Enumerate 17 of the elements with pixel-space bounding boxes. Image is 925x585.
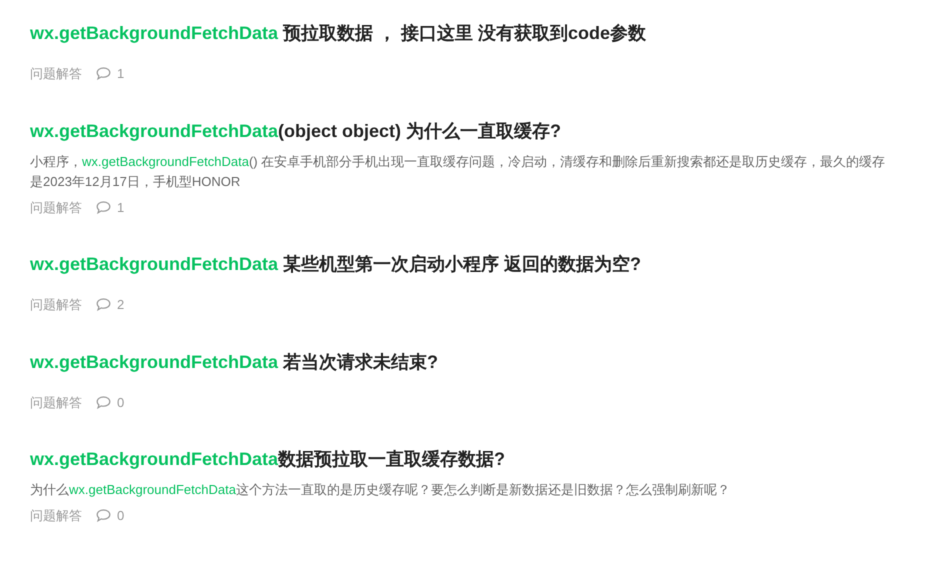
comment-icon	[96, 509, 111, 522]
comment-count: 1	[117, 198, 124, 216]
post-excerpt: 小程序，wx.getBackgroundFetchData() 在安卓手机部分手机出现一直取缓存问题，冷启动，清缓存和删除后重新搜索都还是取历史缓存，最久的缓存是2023年12月17日，手机型HONOR	[30, 152, 886, 190]
post-title[interactable]: wx.getBackgroundFetchData数据预拉取一直取缓存数据?	[30, 446, 895, 472]
post-title[interactable]: wx.getBackgroundFetchData(object object) 为什么一直取缓存?	[30, 118, 895, 144]
post-title[interactable]: wx.getBackgroundFetchData 某些机型第一次启动小程序 返回的数据为空?	[30, 251, 895, 277]
comment-count: 2	[117, 296, 124, 314]
comment-icon	[96, 200, 111, 214]
comment-icon	[96, 298, 111, 312]
post-title[interactable]: wx.getBackgroundFetchData 若当次请求未结束?	[30, 348, 895, 374]
comment-count: 0	[117, 507, 124, 525]
comment-count: 1	[117, 65, 124, 83]
comment-count: 0	[117, 394, 124, 412]
comment-icon	[96, 396, 111, 409]
post-excerpt: 为什么wx.getBackgroundFetchData这个方法一直取的是历史缓存呢？要怎么判断是新数据还是旧数据？怎么强制刷新呢？	[30, 481, 731, 499]
comment-icon	[96, 67, 111, 80]
post-title[interactable]: wx.getBackgroundFetchData 预拉取数据 ， 接口这里 没有获取到code参数	[30, 20, 895, 46]
